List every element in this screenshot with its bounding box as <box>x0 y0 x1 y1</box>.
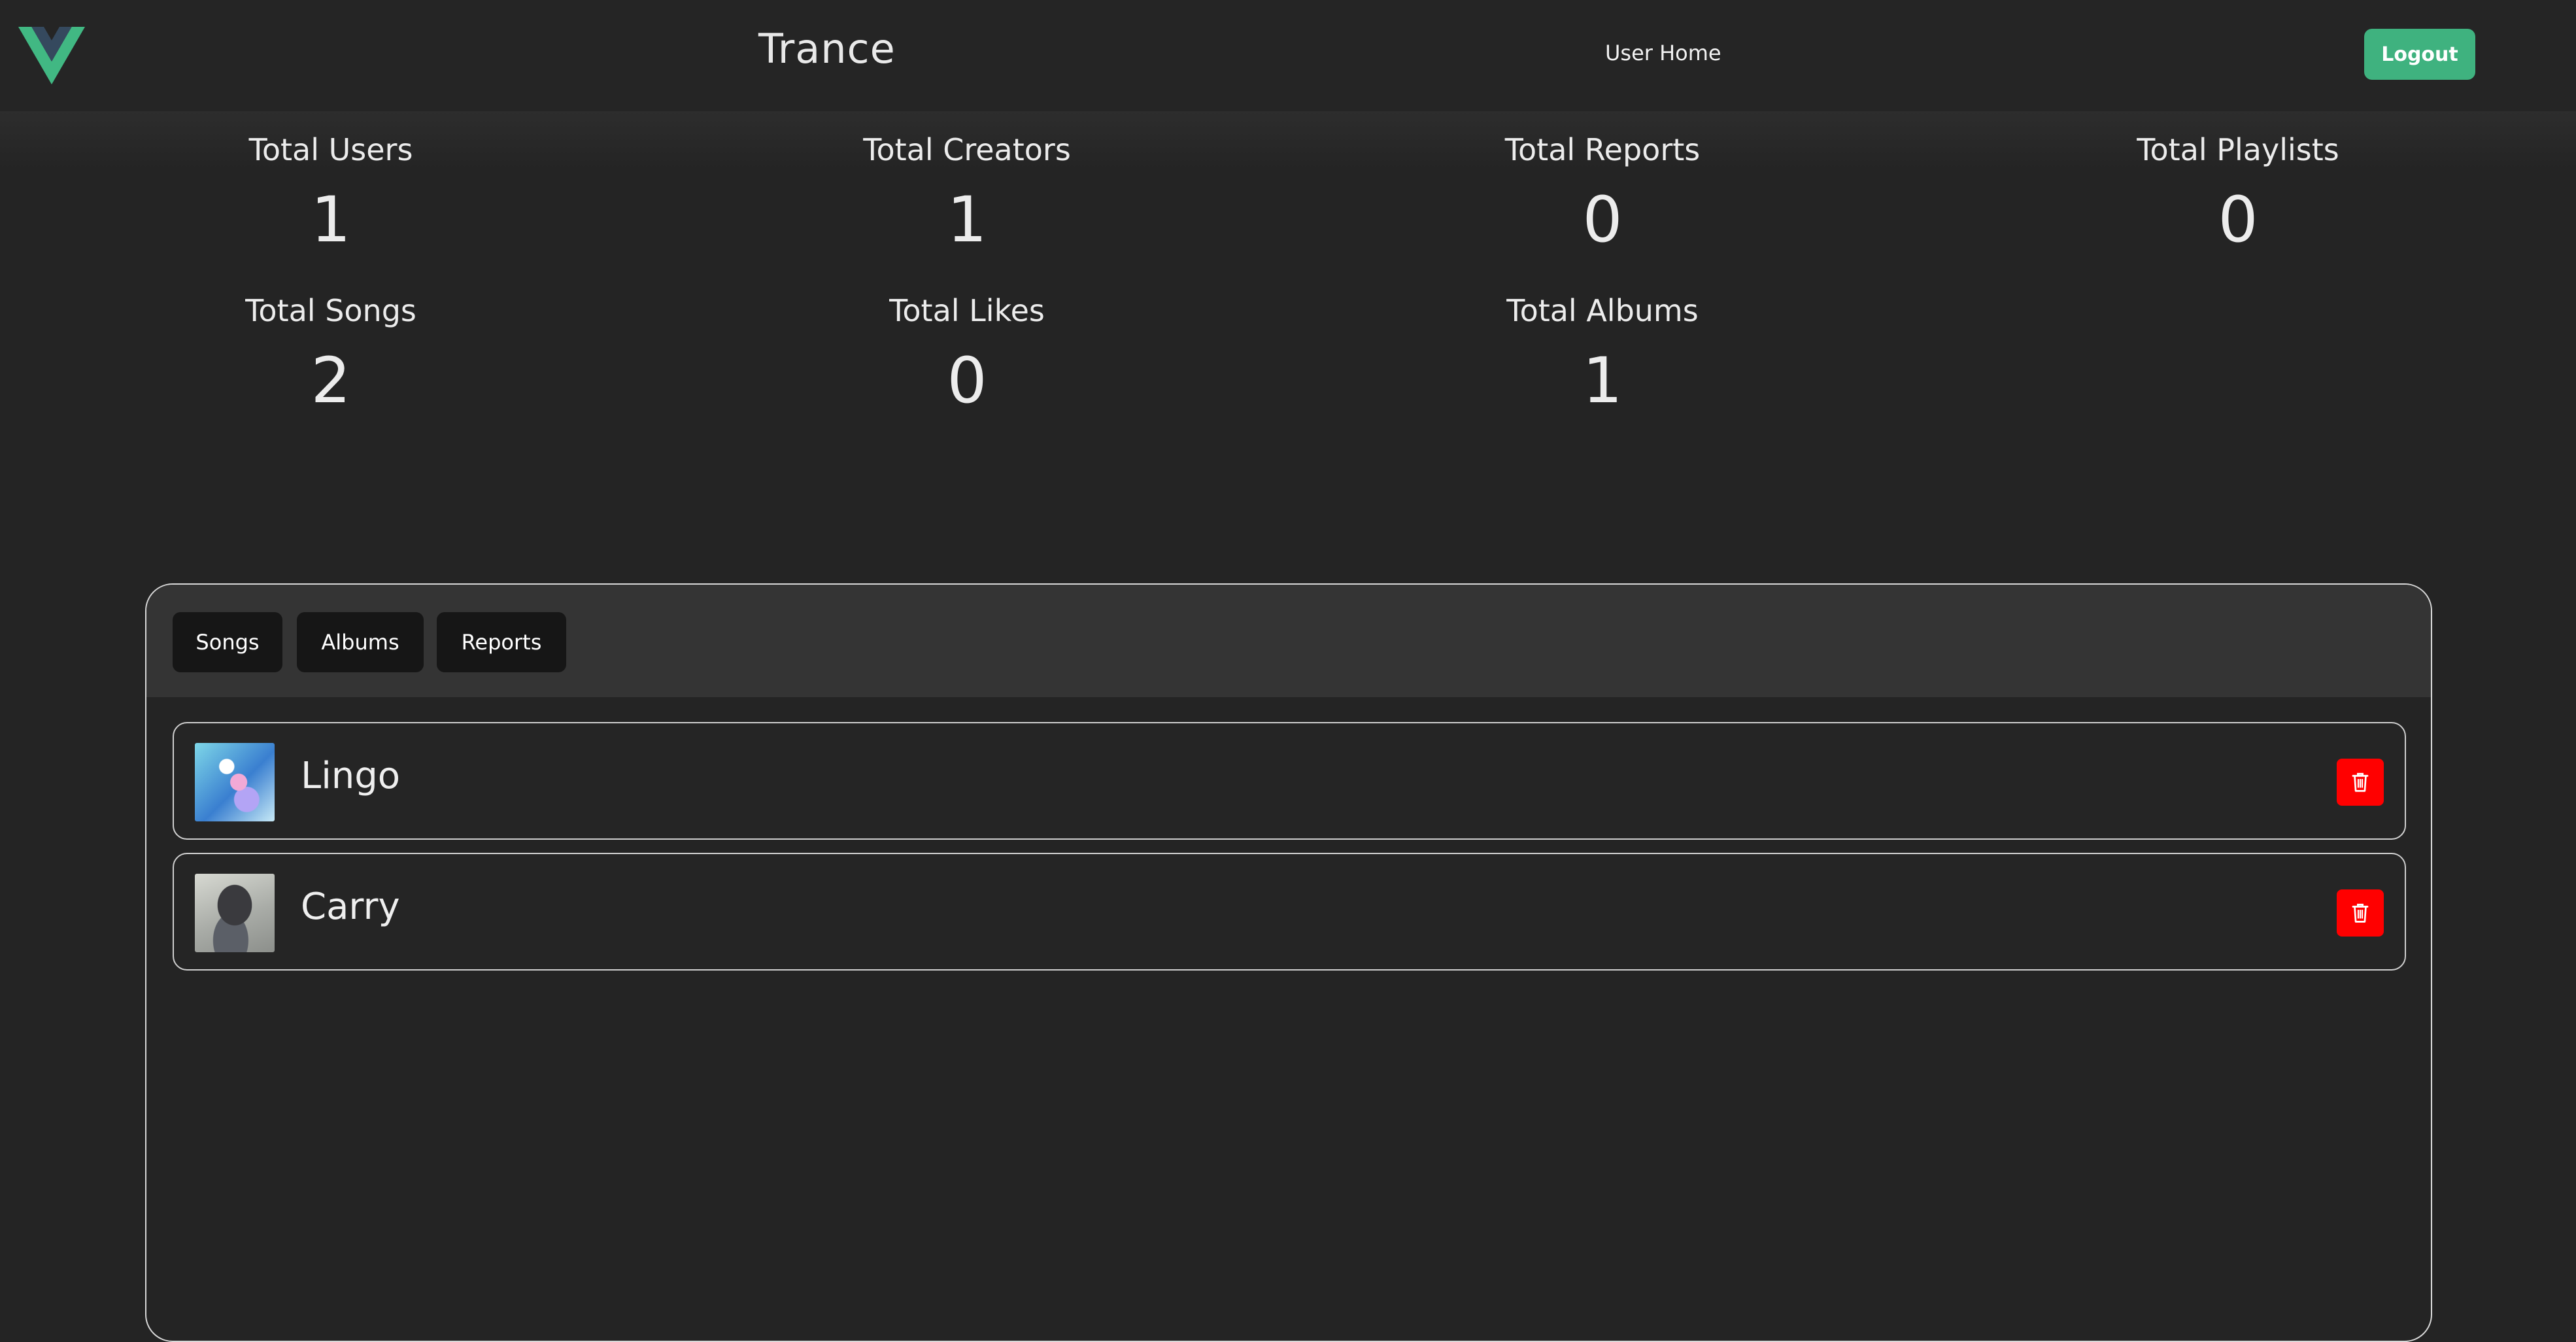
tab-reports[interactable]: Reports <box>437 612 566 672</box>
stat-label: Total Likes <box>889 293 1045 328</box>
vue-logo-icon[interactable] <box>18 26 85 85</box>
song-cover-image <box>195 874 275 952</box>
stat-value: 0 <box>947 344 987 417</box>
song-title: Carry <box>301 886 400 928</box>
song-row-lingo[interactable]: Lingo <box>173 722 2406 840</box>
brand-title[interactable]: Trance <box>758 25 896 73</box>
trash-icon <box>2352 772 2369 792</box>
tab-songs[interactable]: Songs <box>173 612 282 672</box>
stat-value: 0 <box>2218 183 2258 256</box>
tab-bar: Songs Albums Reports <box>146 585 2431 697</box>
stat-total-playlists: Total Playlists 0 <box>2009 135 2467 251</box>
stat-total-likes: Total Likes 0 <box>738 296 1196 412</box>
stat-total-users: Total Users 1 <box>102 135 560 251</box>
logout-button[interactable]: Logout <box>2364 29 2475 80</box>
stat-value: 1 <box>947 183 987 256</box>
delete-song-button[interactable] <box>2337 889 2384 937</box>
top-navbar: Trance User Home Logout <box>0 0 2576 111</box>
stat-label: Total Albums <box>1506 293 1699 328</box>
stat-label: Total Users <box>248 132 413 167</box>
song-title: Lingo <box>301 755 401 797</box>
stat-label: Total Creators <box>863 132 1071 167</box>
stat-label: Total Playlists <box>2137 132 2339 167</box>
song-row-carry[interactable]: Carry <box>173 853 2406 971</box>
tab-albums[interactable]: Albums <box>297 612 424 672</box>
content-panel: Songs Albums Reports Lingo Carry <box>145 583 2432 1342</box>
song-cover-image <box>195 743 275 821</box>
stat-label: Total Songs <box>245 293 416 328</box>
stat-label: Total Reports <box>1504 132 1701 167</box>
stat-total-albums: Total Albums 1 <box>1374 296 1831 412</box>
trash-icon <box>2352 903 2369 923</box>
stat-value: 2 <box>311 344 351 417</box>
stat-total-songs: Total Songs 2 <box>102 296 560 412</box>
stat-total-creators: Total Creators 1 <box>738 135 1196 251</box>
delete-song-button[interactable] <box>2337 759 2384 806</box>
stat-value: 0 <box>1582 183 1623 256</box>
stat-value: 1 <box>1582 344 1623 417</box>
stat-total-reports: Total Reports 0 <box>1374 135 1831 251</box>
stat-value: 1 <box>311 183 351 256</box>
user-home-link[interactable]: User Home <box>1605 41 1721 65</box>
